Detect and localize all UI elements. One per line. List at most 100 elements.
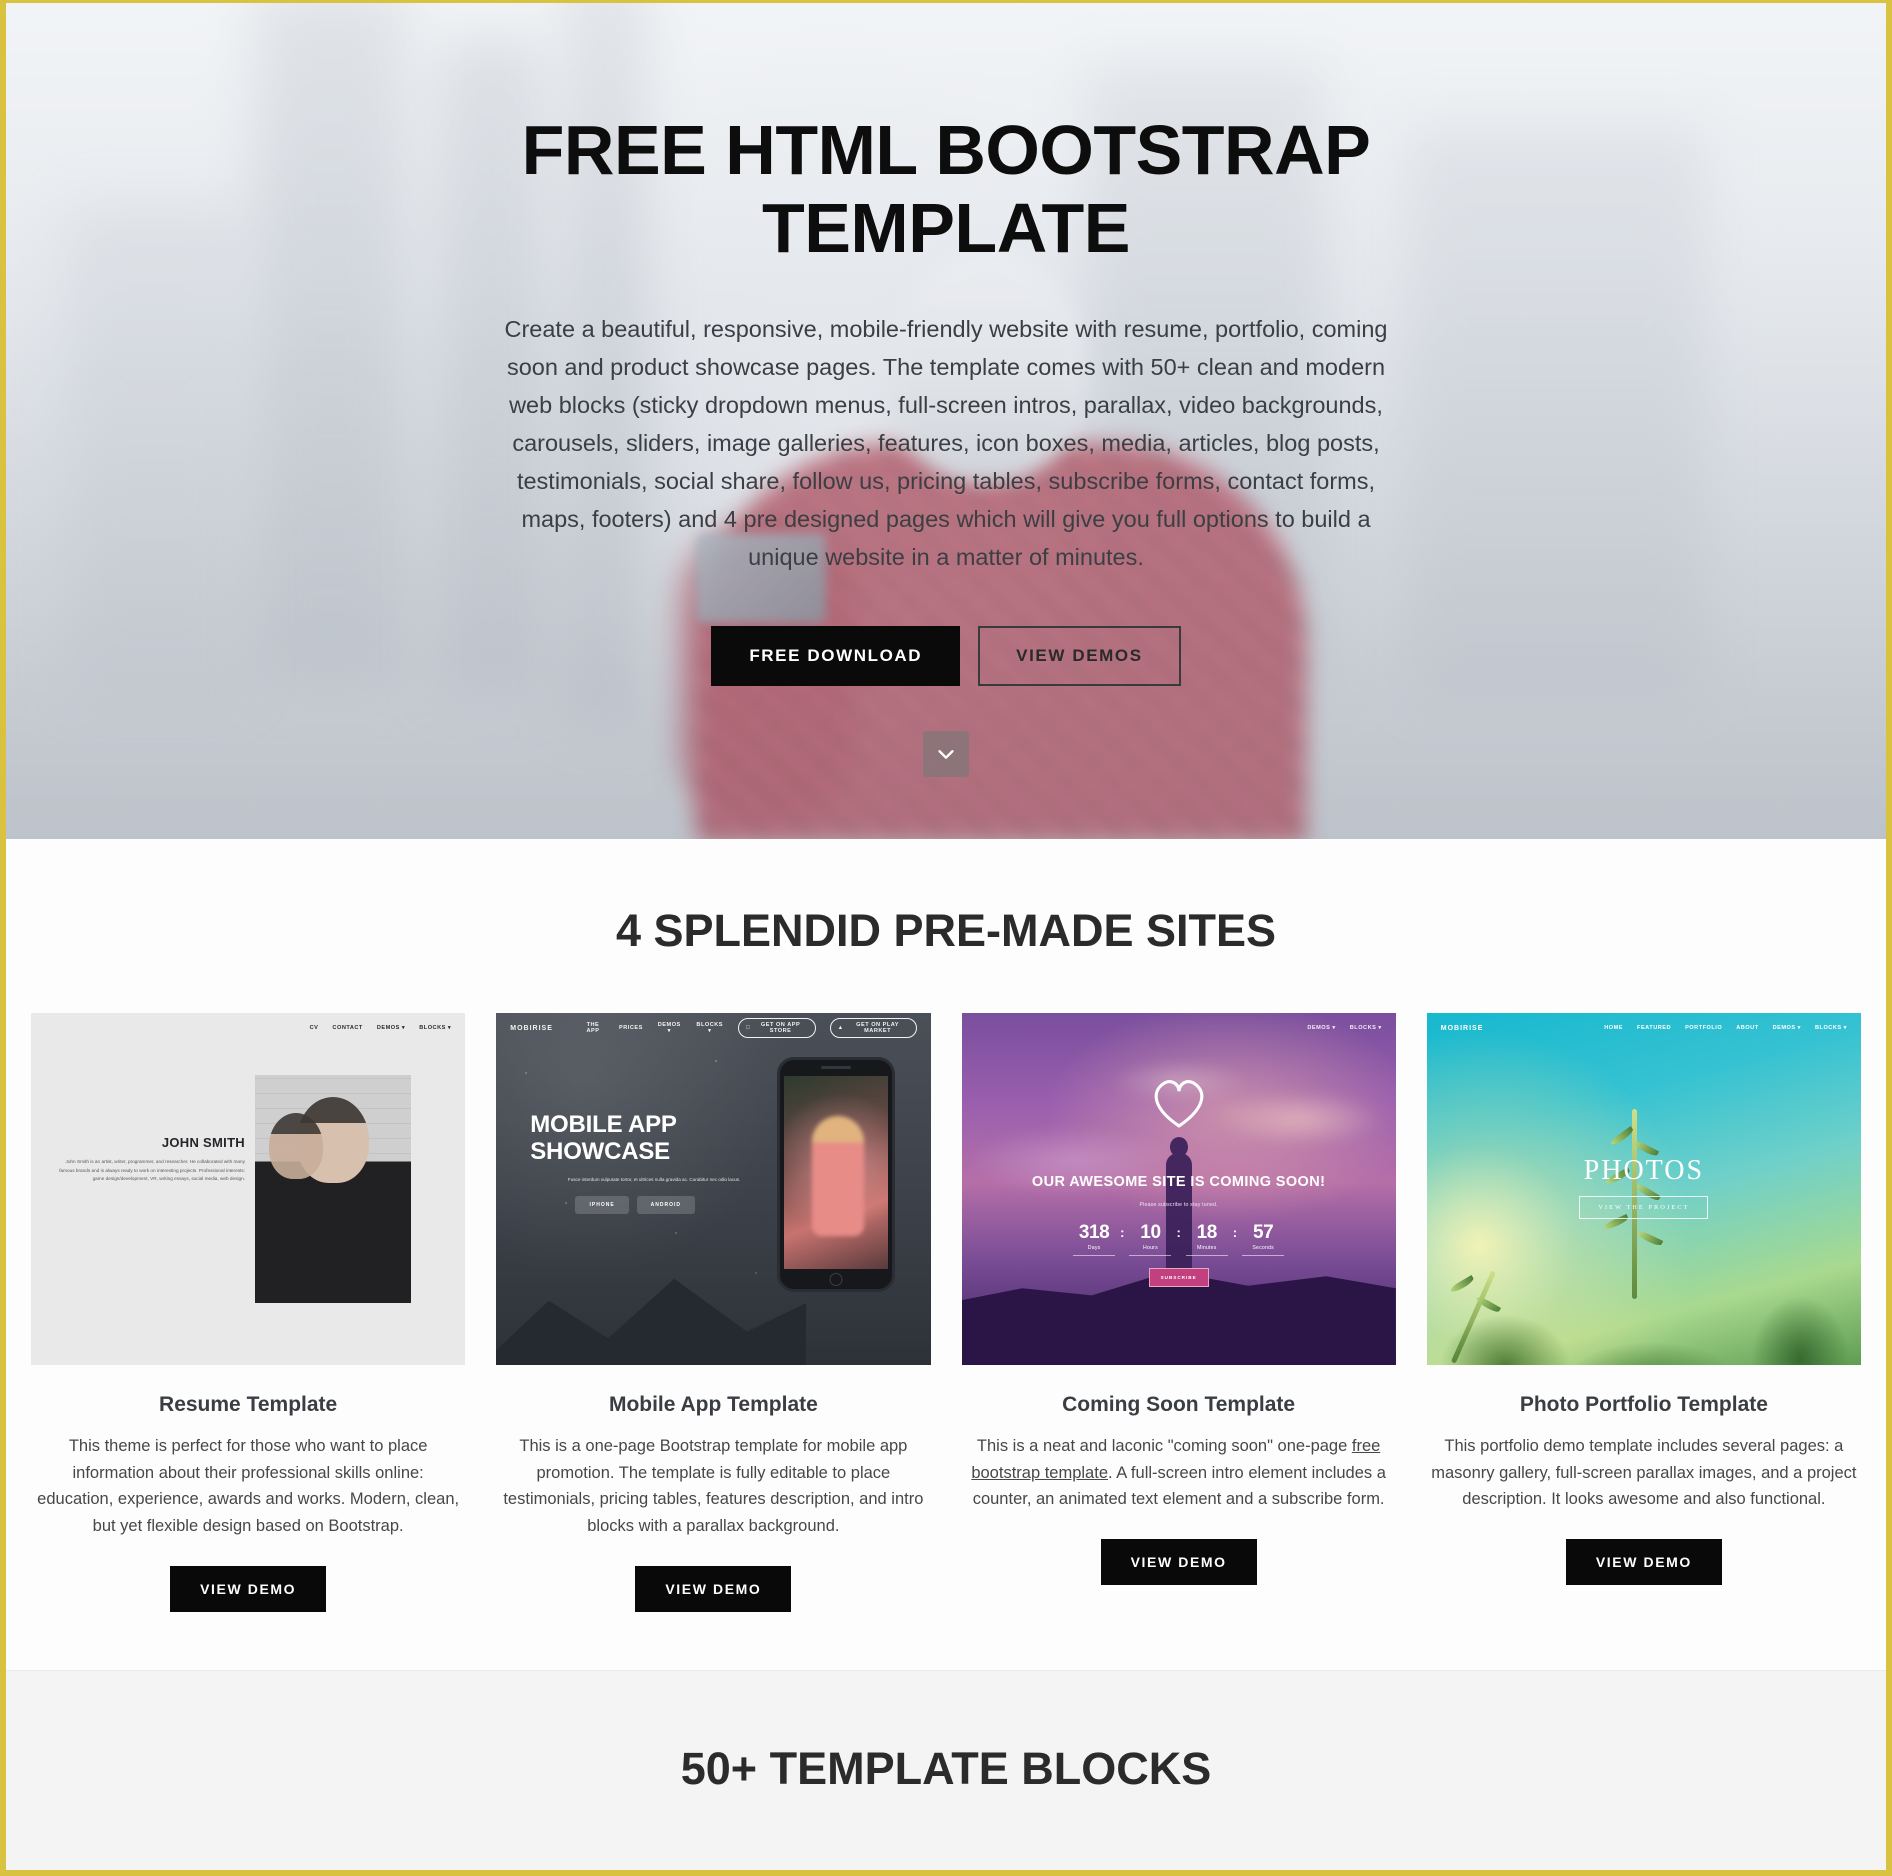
countdown-rule (1073, 1254, 1116, 1256)
resume-text-block: JOHN SMITH John Smith is an artist, writ… (55, 1135, 245, 1184)
page-root: FREE HTML BOOTSTRAP TEMPLATE Create a be… (0, 0, 1892, 1876)
countdown-cell: 57 Seconds (1237, 1222, 1289, 1256)
chevron-down-icon (938, 750, 954, 759)
preview-nav-item: THE APP (586, 1022, 600, 1034)
preview-nav-item: BLOCKS ▾ (419, 1025, 452, 1031)
coming-soon-template-preview[interactable]: DEMOS ▾ BLOCKS ▾ OUR AWESOME SITE IS COM… (961, 1013, 1396, 1365)
preview-nav-item: DEMOS ▾ (657, 1022, 681, 1034)
view-demo-button[interactable]: VIEW DEMO (635, 1565, 792, 1612)
app-headline: MOBILE APP SHOWCASE (530, 1111, 677, 1166)
section-heading: 4 SPLENDID PRE-MADE SITES (615, 905, 1277, 956)
preview-brand-logo: MOBIRISE (1440, 1024, 1484, 1032)
apple-icon:  (746, 1025, 751, 1031)
iphone-button: IPHONE (575, 1196, 629, 1215)
hero-title: FREE HTML BOOTSTRAP TEMPLATE (521, 111, 1371, 268)
card-description: This is a neat and laconic "coming soon"… (962, 1433, 1396, 1513)
foliage-foreground (1426, 1215, 1861, 1365)
app-subtext: Fusce interdum vulputate tortor, et ultr… (567, 1176, 741, 1182)
preview-nav-item: FEATURED (1637, 1025, 1672, 1031)
hero-button-group: FREE DOWNLOAD VIEW DEMOS (496, 626, 1396, 687)
card-title: Mobile App Template (608, 1393, 818, 1416)
premade-sites-section: 4 SPLENDID PRE-MADE SITES CV CONTACT DEM… (6, 839, 1886, 1670)
countdown-value: 18 (1196, 1221, 1218, 1243)
preview-nav-item: DEMOS ▾ (376, 1025, 406, 1031)
preview-nav: MOBIRISE HOME FEATURED PORTFOLIO ABOUT D… (1427, 1013, 1861, 1043)
mobile-app-template-preview[interactable]: MOBIRISE THE APP PRICES DEMOS ▾ BLOCKS ▾… (496, 1013, 931, 1365)
play-market-button: ▲ GET ON PLAY MARKET (829, 1018, 917, 1038)
countdown-timer: 318 Days : 10 Hours : 18 Minutes: 57 Se… (962, 1222, 1396, 1256)
phone-mockup (776, 1057, 895, 1292)
scroll-down-button[interactable] (923, 731, 969, 777)
photo-preview-content: PHOTOS VIEW THE PROJECT (1427, 1155, 1861, 1219)
card-title: Coming Soon Template (1062, 1393, 1296, 1416)
countdown-rule (1242, 1254, 1285, 1256)
phone-speaker (820, 1066, 851, 1069)
view-demos-button[interactable]: VIEW DEMOS (978, 626, 1181, 687)
template-card: CV CONTACT DEMOS ▾ BLOCKS ▾ JOHN SMITH J… (31, 1013, 466, 1612)
preview-brand-logo: MOBIRISE (510, 1024, 553, 1032)
android-icon: ▲ (836, 1025, 844, 1031)
resume-preview-body: JOHN SMITH John Smith is an artist, writ… (31, 1013, 465, 1365)
phone-screen-image (783, 1076, 888, 1269)
countdown-rule (1129, 1254, 1172, 1256)
heart-icon (1154, 1080, 1203, 1128)
card-description: This is a one-page Bootstrap template fo… (503, 1437, 924, 1536)
preview-nav-item: PORTFOLIO (1685, 1025, 1723, 1031)
phone-home-button (829, 1273, 842, 1286)
countdown-cell: 18 Minutes (1181, 1222, 1233, 1256)
template-card: DEMOS ▾ BLOCKS ▾ OUR AWESOME SITE IS COM… (961, 1013, 1396, 1612)
preview-nav-item: CONTACT (332, 1025, 363, 1031)
preview-nav-item: ABOUT (1736, 1025, 1759, 1031)
preview-nav-item: CV (309, 1025, 319, 1031)
card-description: This theme is perfect for those who want… (37, 1437, 460, 1536)
countdown-rule (1185, 1254, 1228, 1256)
countdown-label: Days (1087, 1244, 1101, 1251)
coming-soon-subtext: Please subscribe to stay tuned. (1139, 1201, 1218, 1208)
view-demo-button[interactable]: VIEW DEMO (1100, 1539, 1257, 1586)
view-demo-button[interactable]: VIEW DEMO (1565, 1539, 1722, 1586)
template-card-grid: CV CONTACT DEMOS ▾ BLOCKS ▾ JOHN SMITH J… (6, 1013, 1886, 1612)
preview-nav-item: BLOCKS ▾ (1349, 1025, 1382, 1031)
preview-nav-item: BLOCKS ▾ (1815, 1025, 1847, 1031)
countdown-cell: 318 Days (1068, 1222, 1120, 1256)
coming-soon-content: OUR AWESOME SITE IS COMING SOON! Please … (962, 1173, 1396, 1288)
countdown-label: Minutes (1197, 1244, 1217, 1251)
preview-nav: DEMOS ▾ BLOCKS ▾ (962, 1013, 1396, 1043)
countdown-cell: 10 Hours (1124, 1222, 1176, 1256)
countdown-value: 57 (1252, 1221, 1274, 1243)
free-download-button[interactable]: FREE DOWNLOAD (711, 626, 961, 687)
blocks-heading: 50+ TEMPLATE BLOCKS (680, 1742, 1212, 1794)
card-title: Photo Portfolio Template (1519, 1393, 1768, 1416)
hero-section: FREE HTML BOOTSTRAP TEMPLATE Create a be… (6, 3, 1886, 839)
app-cta-group: IPHONE ANDROID (530, 1196, 740, 1215)
photo-headline: PHOTOS (1583, 1155, 1705, 1186)
card-description: This portfolio demo template includes se… (1431, 1437, 1857, 1509)
resume-portrait-image (255, 1075, 412, 1303)
preview-nav-item: DEMOS ▾ (1772, 1025, 1801, 1031)
preview-nav-item: PRICES (619, 1025, 643, 1031)
app-preview-text: MOBILE APP SHOWCASE Fusce interdum vulpu… (530, 1111, 741, 1215)
template-card: MOBIRISE HOME FEATURED PORTFOLIO ABOUT D… (1426, 1013, 1861, 1612)
resume-template-preview[interactable]: CV CONTACT DEMOS ▾ BLOCKS ▾ JOHN SMITH J… (31, 1013, 466, 1365)
resume-name: JOHN SMITH (161, 1135, 245, 1150)
template-blocks-section: 50+ TEMPLATE BLOCKS (6, 1669, 1886, 1870)
card-title: Resume Template (159, 1393, 338, 1416)
preview-nav-item: DEMOS ▾ (1307, 1025, 1336, 1031)
android-button: ANDROID (636, 1196, 695, 1215)
preview-nav: CV CONTACT DEMOS ▾ BLOCKS ▾ (31, 1013, 465, 1043)
countdown-label: Seconds (1252, 1244, 1274, 1251)
preview-nav: MOBIRISE THE APP PRICES DEMOS ▾ BLOCKS ▾… (496, 1013, 930, 1043)
preview-nav-item: HOME (1604, 1025, 1624, 1031)
photo-portfolio-template-preview[interactable]: MOBIRISE HOME FEATURED PORTFOLIO ABOUT D… (1426, 1013, 1861, 1365)
resume-bio: John Smith is an artist, writer, program… (59, 1159, 245, 1182)
view-demo-button[interactable]: VIEW DEMO (170, 1565, 327, 1612)
countdown-value: 10 (1140, 1221, 1161, 1243)
countdown-value: 318 (1078, 1221, 1110, 1243)
hero-content: FREE HTML BOOTSTRAP TEMPLATE Create a be… (496, 3, 1396, 687)
coming-soon-headline: OUR AWESOME SITE IS COMING SOON! (1031, 1174, 1326, 1190)
desc-part-one: This is a neat and laconic "coming soon"… (976, 1437, 1352, 1455)
app-store-button:  GET ON APP STORE (737, 1018, 816, 1038)
plant-leaf (1609, 1126, 1635, 1147)
template-card: MOBIRISE THE APP PRICES DEMOS ▾ BLOCKS ▾… (496, 1013, 931, 1612)
preview-nav-item: BLOCKS ▾ (696, 1022, 724, 1034)
